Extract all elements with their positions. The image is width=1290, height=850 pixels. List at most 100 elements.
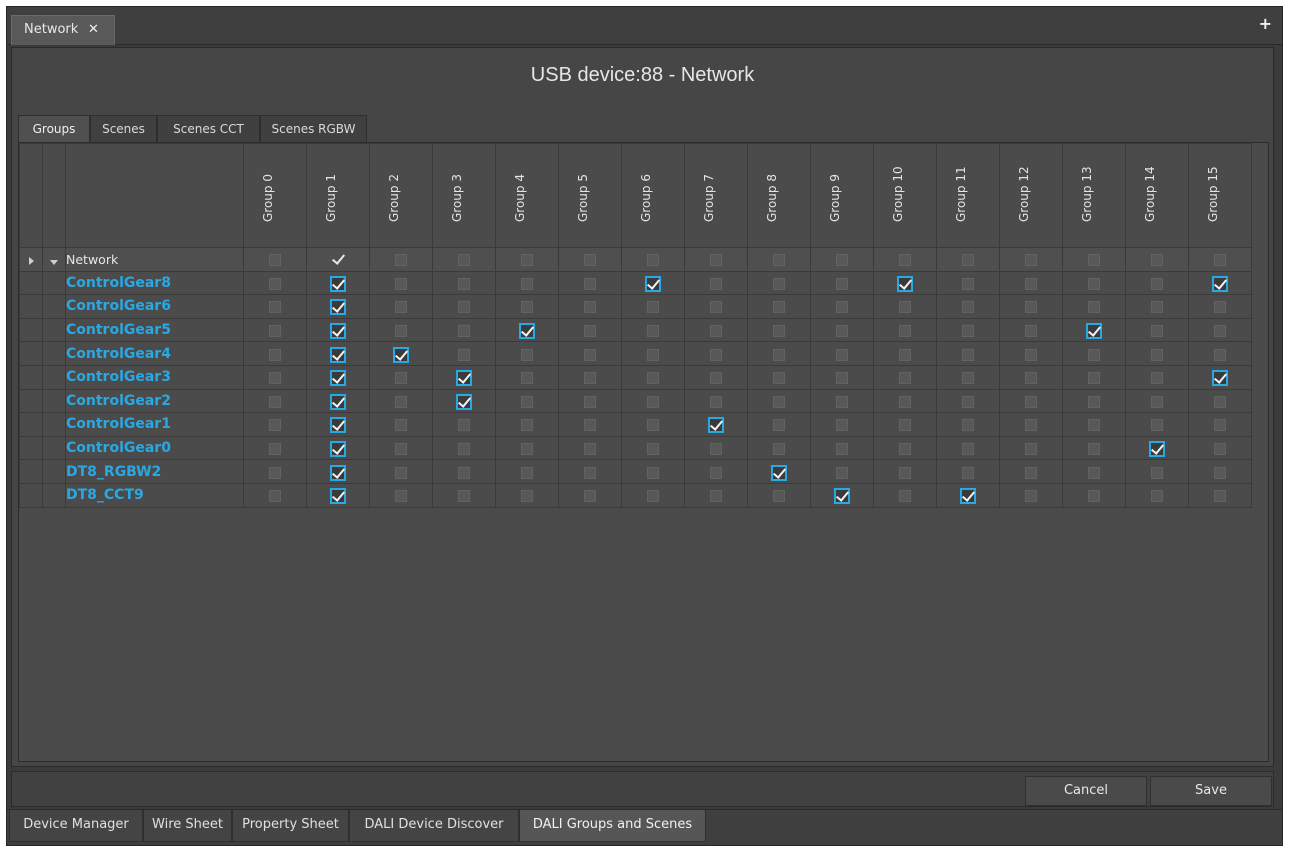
checkbox-unchecked[interactable] — [773, 372, 785, 385]
checkbox-unchecked[interactable] — [1151, 325, 1163, 338]
checkbox-unchecked[interactable] — [521, 466, 533, 479]
checkbox-unchecked[interactable] — [1151, 277, 1163, 290]
checkbox-unchecked[interactable] — [836, 254, 848, 267]
checkbox-checked[interactable] — [393, 346, 409, 363]
checkbox-unchecked[interactable] — [1214, 325, 1226, 338]
checkbox-unchecked[interactable] — [1025, 301, 1037, 314]
checkbox-unchecked[interactable] — [899, 490, 911, 503]
checkbox-unchecked[interactable] — [710, 301, 722, 314]
checkbox-unchecked[interactable] — [647, 395, 659, 408]
checkbox-checked[interactable] — [1149, 441, 1165, 458]
checkbox-unchecked[interactable] — [521, 277, 533, 290]
checkbox-unchecked[interactable] — [1025, 443, 1037, 456]
checkbox-unchecked[interactable] — [1025, 277, 1037, 290]
checkbox-unchecked[interactable] — [1088, 372, 1100, 385]
checkbox-unchecked[interactable] — [1025, 254, 1037, 267]
checkbox-unchecked[interactable] — [647, 419, 659, 432]
checkbox-checked[interactable] — [897, 275, 913, 292]
checkbox-unchecked[interactable] — [1214, 301, 1226, 314]
checkbox-unchecked[interactable] — [962, 348, 974, 361]
checkbox-unchecked[interactable] — [584, 277, 596, 290]
checkbox-unchecked[interactable] — [1088, 348, 1100, 361]
checkbox-unchecked[interactable] — [584, 348, 596, 361]
checkbox-unchecked[interactable] — [1025, 395, 1037, 408]
checkbox-unchecked[interactable] — [1151, 490, 1163, 503]
checkbox-checked[interactable] — [708, 417, 724, 434]
checkbox-unchecked[interactable] — [269, 254, 281, 267]
checkbox-unchecked[interactable] — [1151, 348, 1163, 361]
checkbox-unchecked[interactable] — [269, 443, 281, 456]
tab-scenes-rgbw[interactable]: Scenes RGBW — [260, 115, 367, 142]
checkbox-unchecked[interactable] — [521, 443, 533, 456]
checkbox-unchecked[interactable] — [458, 348, 470, 361]
tab-wire-sheet[interactable]: Wire Sheet — [143, 810, 232, 842]
checkbox-unchecked[interactable] — [521, 490, 533, 503]
checkbox-unchecked[interactable] — [1025, 372, 1037, 385]
checkbox-unchecked[interactable] — [647, 254, 659, 267]
checkbox-unchecked[interactable] — [1025, 348, 1037, 361]
add-tab-icon[interactable]: + — [1259, 16, 1272, 32]
checkbox-unchecked[interactable] — [899, 254, 911, 267]
checkbox-unchecked[interactable] — [1088, 254, 1100, 267]
checkbox-unchecked[interactable] — [773, 419, 785, 432]
checkbox-checked[interactable] — [456, 370, 472, 387]
checkbox-unchecked[interactable] — [395, 443, 407, 456]
checkbox-unchecked[interactable] — [584, 325, 596, 338]
checkbox-unchecked[interactable] — [458, 419, 470, 432]
checkbox-unchecked[interactable] — [710, 277, 722, 290]
checkbox-checked[interactable] — [330, 323, 346, 340]
checkbox-checked[interactable] — [330, 252, 346, 268]
checkbox-unchecked[interactable] — [269, 372, 281, 385]
checkbox-unchecked[interactable] — [962, 443, 974, 456]
checkbox-unchecked[interactable] — [458, 490, 470, 503]
checkbox-unchecked[interactable] — [773, 254, 785, 267]
checkbox-unchecked[interactable] — [1088, 301, 1100, 314]
tab-property-sheet[interactable]: Property Sheet — [232, 810, 349, 842]
checkbox-unchecked[interactable] — [647, 372, 659, 385]
checkbox-unchecked[interactable] — [962, 466, 974, 479]
checkbox-unchecked[interactable] — [269, 395, 281, 408]
checkbox-unchecked[interactable] — [836, 372, 848, 385]
checkbox-unchecked[interactable] — [584, 419, 596, 432]
checkbox-unchecked[interactable] — [836, 348, 848, 361]
checkbox-checked[interactable] — [1212, 370, 1228, 387]
checkbox-unchecked[interactable] — [962, 395, 974, 408]
checkbox-checked[interactable] — [456, 393, 472, 410]
checkbox-unchecked[interactable] — [269, 419, 281, 432]
checkbox-unchecked[interactable] — [899, 325, 911, 338]
save-button[interactable]: Save — [1150, 776, 1272, 806]
checkbox-unchecked[interactable] — [773, 301, 785, 314]
checkbox-unchecked[interactable] — [1151, 419, 1163, 432]
checkbox-unchecked[interactable] — [773, 490, 785, 503]
checkbox-unchecked[interactable] — [1214, 443, 1226, 456]
checkbox-unchecked[interactable] — [1088, 395, 1100, 408]
checkbox-unchecked[interactable] — [899, 419, 911, 432]
checkbox-unchecked[interactable] — [647, 325, 659, 338]
checkbox-checked[interactable] — [834, 488, 850, 505]
checkbox-unchecked[interactable] — [395, 372, 407, 385]
checkbox-unchecked[interactable] — [1088, 490, 1100, 503]
checkbox-unchecked[interactable] — [710, 372, 722, 385]
checkbox-unchecked[interactable] — [962, 325, 974, 338]
tab-network[interactable]: Network ✕ — [11, 15, 115, 45]
checkbox-unchecked[interactable] — [269, 466, 281, 479]
checkbox-unchecked[interactable] — [836, 395, 848, 408]
checkbox-unchecked[interactable] — [710, 254, 722, 267]
checkbox-unchecked[interactable] — [899, 348, 911, 361]
checkbox-unchecked[interactable] — [773, 325, 785, 338]
checkbox-unchecked[interactable] — [836, 325, 848, 338]
collapse-icon[interactable] — [42, 247, 66, 272]
checkbox-unchecked[interactable] — [1151, 254, 1163, 267]
checkbox-unchecked[interactable] — [458, 277, 470, 290]
tab-dali-device-discover[interactable]: DALI Device Discover — [349, 810, 519, 842]
checkbox-unchecked[interactable] — [458, 443, 470, 456]
checkbox-unchecked[interactable] — [1088, 419, 1100, 432]
checkbox-checked[interactable] — [519, 323, 535, 340]
checkbox-unchecked[interactable] — [395, 325, 407, 338]
checkbox-unchecked[interactable] — [458, 301, 470, 314]
checkbox-checked[interactable] — [330, 464, 346, 481]
checkbox-unchecked[interactable] — [962, 254, 974, 267]
checkbox-unchecked[interactable] — [836, 277, 848, 290]
checkbox-unchecked[interactable] — [962, 419, 974, 432]
checkbox-checked[interactable] — [330, 299, 346, 316]
